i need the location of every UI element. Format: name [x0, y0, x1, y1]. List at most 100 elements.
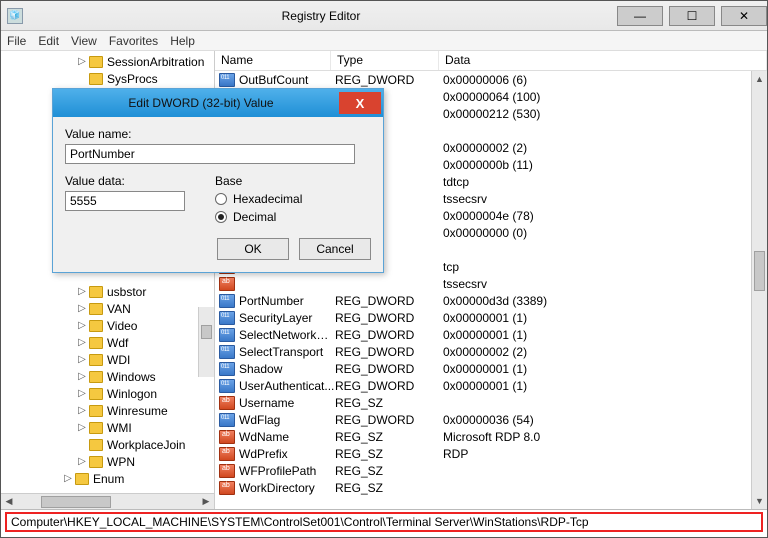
dialog-titlebar[interactable]: Edit DWORD (32-bit) Value X — [53, 89, 383, 117]
tree-scrollbar-v[interactable] — [198, 307, 214, 377]
scroll-up-icon[interactable]: ▲ — [752, 71, 767, 87]
list-item[interactable]: PortNumberREG_DWORD0x00000d3d (3389) — [215, 292, 767, 309]
list-item[interactable]: ShadowREG_DWORD0x00000001 (1) — [215, 360, 767, 377]
value-type: REG_DWORD — [335, 311, 443, 325]
value-type: REG_DWORD — [335, 294, 443, 308]
expand-icon[interactable] — [75, 439, 89, 450]
value-data: 0x00000001 (1) — [443, 311, 767, 325]
tree-item[interactable]: ▷Video — [1, 317, 214, 334]
tree-item[interactable]: SysProcs — [1, 70, 214, 87]
expand-icon[interactable]: ▷ — [75, 337, 89, 348]
expand-icon[interactable]: ▷ — [75, 388, 89, 399]
window-titlebar: 🧊 Registry Editor — ☐ ✕ — [1, 1, 767, 31]
expand-icon[interactable] — [75, 73, 89, 84]
tree-item[interactable]: ▷usbstor — [1, 283, 214, 300]
tree-item[interactable]: ▷SessionArbitration — [1, 53, 214, 70]
tree-item[interactable]: ▷ Wdf — [1, 334, 214, 351]
expand-icon[interactable]: ▷ — [75, 286, 89, 297]
dword-icon — [219, 362, 235, 376]
value-name-label: Value name: — [65, 127, 371, 141]
value-name-input[interactable] — [65, 144, 355, 164]
expand-icon[interactable]: ▷ — [75, 371, 89, 382]
list-item[interactable]: UserAuthenticat...REG_DWORD0x00000001 (1… — [215, 377, 767, 394]
tree-item[interactable]: WorkplaceJoin — [1, 436, 214, 453]
string-icon — [219, 447, 235, 461]
scroll-thumb[interactable] — [754, 251, 765, 291]
list-scrollbar-v[interactable]: ▲ ▼ — [751, 71, 767, 509]
expand-icon[interactable]: ▷ — [75, 56, 89, 67]
folder-icon — [89, 456, 103, 468]
list-item[interactable]: WdPrefixREG_SZRDP — [215, 445, 767, 462]
base-dec-radio[interactable]: Decimal — [215, 210, 302, 224]
string-icon — [219, 396, 235, 410]
radio-icon — [215, 193, 227, 205]
tree-scrollbar-h[interactable]: ◀ ▶ — [1, 493, 214, 509]
tree-item[interactable]: ▷Winlogon — [1, 385, 214, 402]
list-item[interactable]: UsernameREG_SZ — [215, 394, 767, 411]
col-header-name[interactable]: Name — [215, 51, 331, 70]
value-data: tcp — [443, 260, 767, 274]
dialog-close-button[interactable]: X — [339, 92, 381, 114]
list-item[interactable]: WFProfilePathREG_SZ — [215, 462, 767, 479]
list-item[interactable]: WdNameREG_SZMicrosoft RDP 8.0 — [215, 428, 767, 445]
expand-icon[interactable]: ▷ — [75, 456, 89, 467]
expand-icon[interactable]: ▷ — [75, 320, 89, 331]
list-item[interactable]: WdFlagREG_DWORD0x00000036 (54) — [215, 411, 767, 428]
minimize-button[interactable]: — — [617, 6, 663, 26]
value-data: tdtcp — [443, 175, 767, 189]
list-header[interactable]: Name Type Data — [215, 51, 767, 71]
string-icon — [219, 481, 235, 495]
col-header-type[interactable]: Type — [331, 51, 439, 70]
tree-item[interactable]: ▷Winresume — [1, 402, 214, 419]
menu-help[interactable]: Help — [170, 34, 195, 48]
tree-item[interactable]: ▷VAN — [1, 300, 214, 317]
value-data: Microsoft RDP 8.0 — [443, 430, 767, 444]
scroll-left-icon[interactable]: ◀ — [1, 495, 17, 509]
list-item[interactable]: WorkDirectoryREG_SZ — [215, 479, 767, 496]
list-item[interactable]: SecurityLayerREG_DWORD0x00000001 (1) — [215, 309, 767, 326]
maximize-button[interactable]: ☐ — [669, 6, 715, 26]
cancel-button[interactable]: Cancel — [299, 238, 371, 260]
value-data: 0x00000002 (2) — [443, 345, 767, 359]
tree-item-label: Wdf — [107, 336, 128, 350]
tree-item[interactable]: ▷Enum — [1, 470, 214, 487]
col-header-data[interactable]: Data — [439, 51, 767, 70]
menu-file[interactable]: File — [7, 34, 26, 48]
scroll-down-icon[interactable]: ▼ — [752, 493, 767, 509]
expand-icon[interactable]: ▷ — [75, 422, 89, 433]
expand-icon[interactable]: ▷ — [75, 354, 89, 365]
registry-path: Computer\HKEY_LOCAL_MACHINE\SYSTEM\Contr… — [5, 512, 763, 532]
tree-item[interactable]: ▷WMI — [1, 419, 214, 436]
dword-icon — [219, 73, 235, 87]
expand-icon[interactable]: ▷ — [61, 473, 75, 484]
ok-button[interactable]: OK — [217, 238, 289, 260]
value-name: WdName — [239, 430, 335, 444]
value-type: REG_DWORD — [335, 362, 443, 376]
list-item[interactable]: SelectTransportREG_DWORD0x00000002 (2) — [215, 343, 767, 360]
menu-favorites[interactable]: Favorites — [109, 34, 158, 48]
list-item[interactable]: tssecsrv — [215, 275, 767, 292]
status-bar: Computer\HKEY_LOCAL_MACHINE\SYSTEM\Contr… — [1, 509, 767, 533]
tree-item-label: SysProcs — [107, 72, 158, 86]
tree-item[interactable]: ▷WDI — [1, 351, 214, 368]
menu-view[interactable]: View — [71, 34, 97, 48]
base-hex-radio[interactable]: Hexadecimal — [215, 192, 302, 206]
folder-icon — [89, 56, 103, 68]
value-name: WdPrefix — [239, 447, 335, 461]
scroll-thumb[interactable] — [41, 496, 111, 508]
tree-item[interactable]: ▷Windows — [1, 368, 214, 385]
menu-edit[interactable]: Edit — [38, 34, 59, 48]
close-button[interactable]: ✕ — [721, 6, 767, 26]
value-data-input[interactable] — [65, 191, 185, 211]
list-item[interactable]: SelectNetworkD...REG_DWORD0x00000001 (1) — [215, 326, 767, 343]
value-data: 0x0000004e (78) — [443, 209, 767, 223]
tree-item[interactable]: ▷WPN — [1, 453, 214, 470]
expand-icon[interactable]: ▷ — [75, 303, 89, 314]
dword-icon — [219, 311, 235, 325]
list-item[interactable]: OutBufCountREG_DWORD0x00000006 (6) — [215, 71, 767, 88]
value-data: 0x00000001 (1) — [443, 362, 767, 376]
value-type: REG_DWORD — [335, 413, 443, 427]
value-name: WFProfilePath — [239, 464, 335, 478]
scroll-right-icon[interactable]: ▶ — [198, 495, 214, 509]
expand-icon[interactable]: ▷ — [75, 405, 89, 416]
